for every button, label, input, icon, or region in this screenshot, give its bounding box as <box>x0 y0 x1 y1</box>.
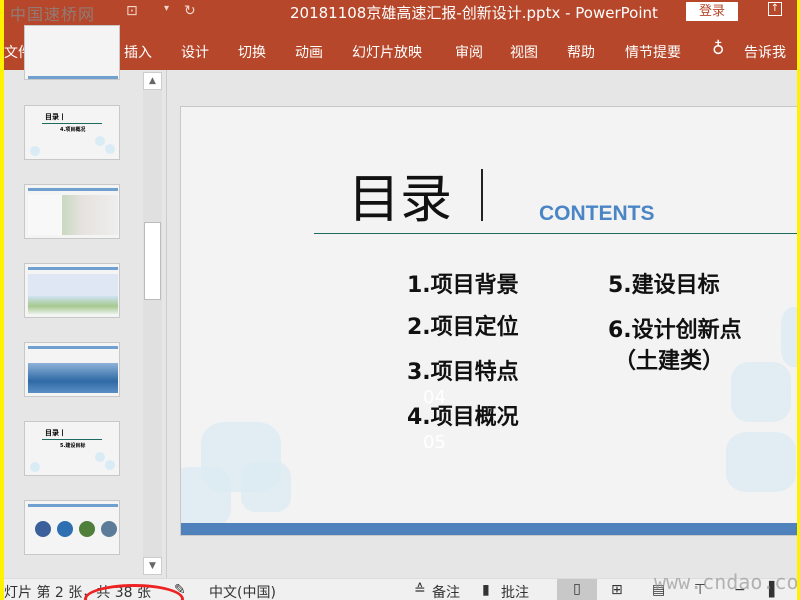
tab-storyboard[interactable]: 情节提要 <box>625 42 681 62</box>
tab-design[interactable]: 设计 <box>181 42 209 62</box>
normal-view-icon[interactable]: ▯ <box>557 579 597 600</box>
slide-thumbnail[interactable] <box>24 500 120 555</box>
tell-me-search[interactable]: 告诉我 <box>744 42 786 62</box>
slide-sorter-icon[interactable]: ⊞ <box>611 582 623 598</box>
scrollbar-thumb[interactable] <box>144 222 161 300</box>
toc-item: 5.建设目标 <box>608 273 720 298</box>
toc-item: 6.设计创新点 <box>608 318 742 343</box>
ghost-number: 05 <box>423 432 446 453</box>
tab-review[interactable]: 审阅 <box>455 42 483 62</box>
tab-animations[interactable]: 动画 <box>295 42 323 62</box>
comments-button[interactable]: 批注 <box>501 582 529 600</box>
login-button[interactable]: 登录 <box>686 2 738 21</box>
toc-item: 2.项目定位 <box>407 315 519 340</box>
window-title: 20181108京雄高速汇报-创新设计.pptx - PowerPoint <box>290 4 658 22</box>
title-separator <box>481 169 483 221</box>
slideshow-icon[interactable]: ⊡ <box>126 3 138 19</box>
title-bar: 中国速桥网 ↻ ⊡ ▾ 20181108京雄高速汇报-创新设计.pptx - P… <box>4 0 797 26</box>
tab-slideshow[interactable]: 幻灯片放映 <box>352 42 422 62</box>
tab-help[interactable]: 帮助 <box>567 42 595 62</box>
slide-thumbnail[interactable] <box>24 25 120 80</box>
tab-insert[interactable]: 插入 <box>124 42 152 62</box>
thumbnail-scrollbar[interactable]: ▲ ▼ <box>143 72 162 575</box>
notes-icon[interactable]: ≙ <box>414 582 426 598</box>
comments-icon[interactable]: ▮ <box>482 582 490 598</box>
slide-title: 目录 <box>348 170 453 230</box>
scroll-up-button[interactable]: ▲ <box>143 72 162 90</box>
thumb-title: 目录丨 <box>45 429 66 437</box>
toc-item: 1.项目背景 <box>407 273 519 298</box>
undo-icon[interactable]: ↻ <box>184 3 196 19</box>
language-indicator[interactable]: 中文(中国) <box>209 582 276 600</box>
slide-thumbnail[interactable]: 目录丨 5.建设目标 <box>24 421 120 476</box>
thumb-subtitle: 5.建设目标 <box>60 443 86 449</box>
toc-item: （土建类） <box>614 349 725 374</box>
powerpoint-window: 中国速桥网 ↻ ⊡ ▾ 20181108京雄高速汇报-创新设计.pptx - P… <box>4 0 797 600</box>
slide-thumbnail[interactable]: 目录丨 4.项目概况 <box>24 105 120 160</box>
slide-thumbnail[interactable] <box>24 184 120 239</box>
ribbon-display-icon[interactable]: ↑ <box>768 2 782 16</box>
pane-divider[interactable] <box>166 70 167 578</box>
lightbulb-icon: ♁ <box>712 39 725 59</box>
slide-thumbnail[interactable] <box>24 263 120 318</box>
scroll-down-button[interactable]: ▼ <box>143 557 162 575</box>
slide-subtitle: CONTENTS <box>539 202 655 225</box>
watermark-logo: 中国速桥网 <box>10 5 96 24</box>
title-underline <box>314 233 797 234</box>
toc-item: 3.项目特点 <box>407 360 519 385</box>
tab-transitions[interactable]: 切换 <box>238 42 266 62</box>
thumb-subtitle: 4.项目概况 <box>60 127 86 133</box>
notes-button[interactable]: 备注 <box>432 582 460 600</box>
toc-item: 4.项目概况 <box>407 405 519 430</box>
watermark: www.cndao.com <box>654 570 797 594</box>
customize-icon[interactable]: ▾ <box>164 3 169 14</box>
ribbon-tabs: 文件 开始 插入 设计 切换 动画 幻灯片放映 审阅 视图 帮助 情节提要 ♁ … <box>4 26 797 70</box>
tab-view[interactable]: 视图 <box>510 42 538 62</box>
slide-canvas[interactable]: 目录 CONTENTS 1.项目背景 2.项目定位 3.项目特点 04 4.项目… <box>180 106 797 536</box>
slide-thumbnail[interactable] <box>24 342 120 397</box>
footer-bar <box>181 523 797 535</box>
thumb-title: 目录丨 <box>45 113 66 121</box>
